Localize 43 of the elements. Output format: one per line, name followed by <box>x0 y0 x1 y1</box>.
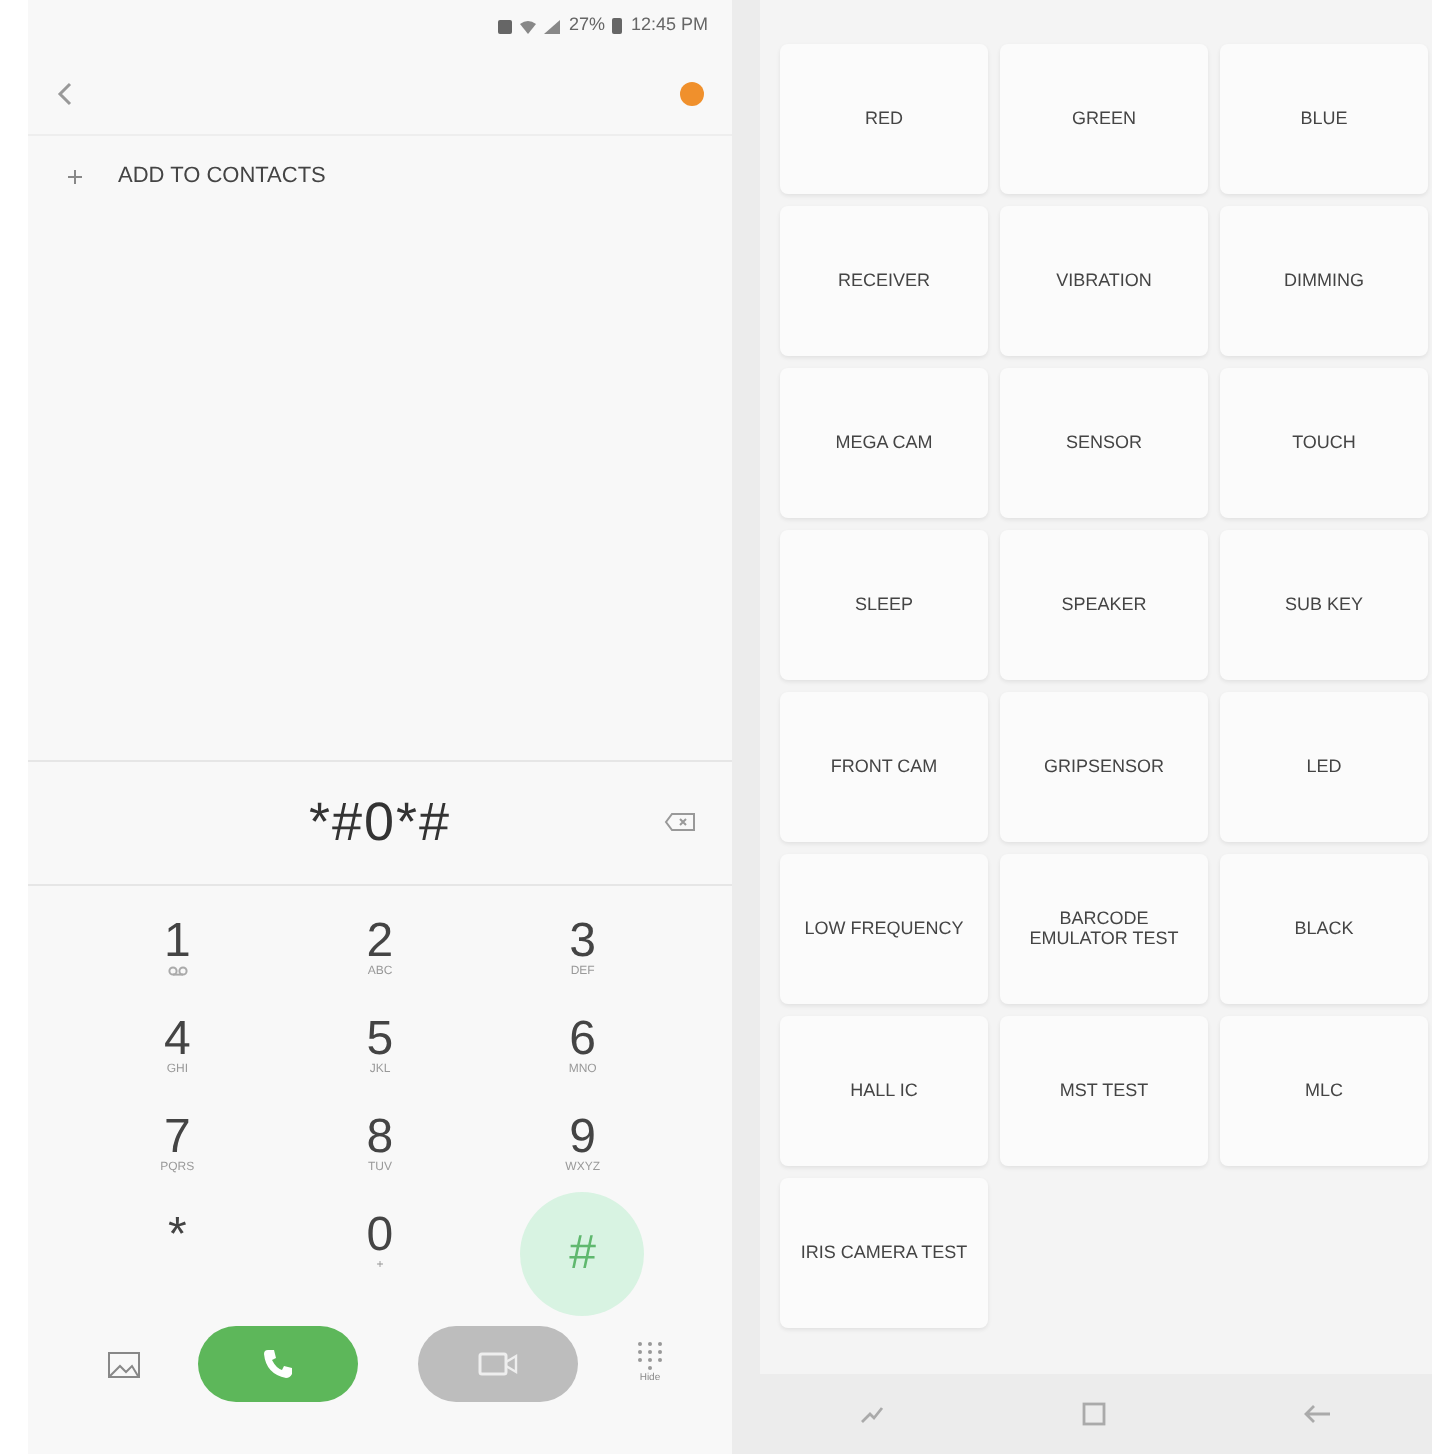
test-menu-button[interactable]: SLEEP <box>780 530 988 680</box>
test-menu-button[interactable]: HALL IC <box>780 1016 988 1166</box>
backspace-icon[interactable] <box>664 812 696 832</box>
add-to-contacts-link[interactable]: ADD TO CONTACTS <box>118 160 326 193</box>
back-icon[interactable] <box>56 81 72 105</box>
test-menu-button[interactable]: SPEAKER <box>1000 530 1208 680</box>
battery-percent: 27% <box>568 12 605 39</box>
dialed-number: *#0*# <box>308 790 452 857</box>
back-arrow-icon[interactable] <box>1304 1404 1333 1424</box>
test-menu-button[interactable]: GRIPSENSOR <box>1000 692 1208 842</box>
test-menu-button[interactable]: SENSOR <box>1000 368 1208 518</box>
status-time: 12:45 PM <box>630 12 708 39</box>
wifi-icon <box>520 19 537 33</box>
keypad-icon <box>635 1340 664 1373</box>
video-call-button[interactable] <box>417 1326 578 1402</box>
test-menu-button[interactable]: BLACK <box>1220 854 1428 1004</box>
test-menu-button[interactable]: IRIS CAMERA TEST <box>780 1178 988 1328</box>
test-menu-button[interactable]: DIMMING <box>1220 206 1428 356</box>
battery-icon <box>612 18 623 34</box>
test-menu-button[interactable]: SUB KEY <box>1220 530 1428 680</box>
test-menu-button[interactable]: RED <box>780 44 988 194</box>
test-menu-button[interactable]: LOW FREQUENCY <box>780 854 988 1004</box>
test-menu-button[interactable]: FRONT CAM <box>780 692 988 842</box>
test-menu-button[interactable]: LED <box>1220 692 1428 842</box>
plus-icon <box>68 169 82 184</box>
test-menu-button[interactable]: BARCODE EMULATOR TEST <box>1000 854 1208 1004</box>
test-menu-button[interactable]: BLUE <box>1220 44 1428 194</box>
test-menu-button[interactable]: MLC <box>1220 1016 1428 1166</box>
dial-key[interactable]: 1 <box>119 910 236 1000</box>
test-menu-button[interactable]: RECEIVER <box>780 206 988 356</box>
test-menu-button[interactable]: MEGA CAM <box>780 368 988 518</box>
test-menu-button[interactable]: TOUCH <box>1220 368 1428 518</box>
video-camera-icon <box>477 1352 518 1376</box>
test-menu-button[interactable]: GREEN <box>1000 44 1208 194</box>
voicemail-icon <box>167 966 188 976</box>
notification-icon <box>498 19 513 33</box>
dial-key[interactable]: * <box>119 1204 236 1294</box>
call-button[interactable] <box>198 1326 359 1402</box>
signal-icon <box>544 19 561 33</box>
test-menu-button[interactable]: VIBRATION <box>1000 206 1208 356</box>
test-menu-button[interactable]: MST TEST <box>1000 1016 1208 1166</box>
phone-icon <box>262 1348 295 1380</box>
home-icon[interactable] <box>1081 1402 1106 1426</box>
